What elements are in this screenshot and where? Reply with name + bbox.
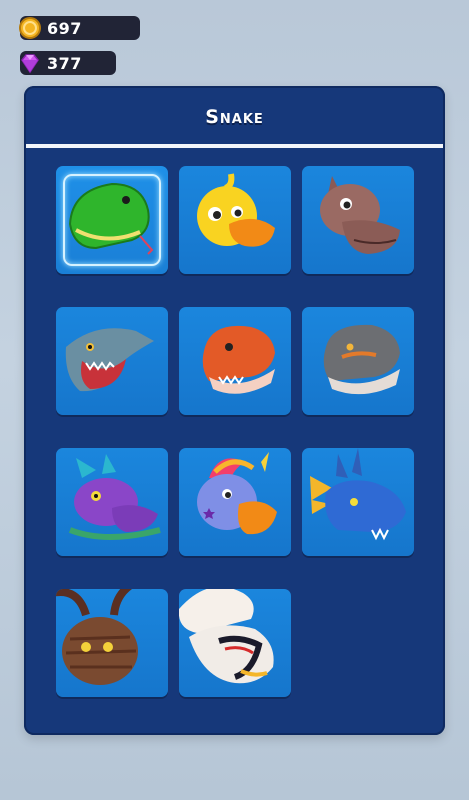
gem-amount: 377 — [47, 53, 82, 73]
purple-dragon-head-icon — [68, 454, 161, 540]
hippo-head-icon — [320, 176, 400, 254]
coin-amount: 697 — [47, 18, 82, 38]
blue-dragon-head-icon — [310, 448, 406, 541]
character-card-purple-dragon[interactable] — [56, 448, 168, 556]
unicorn-head-icon — [197, 452, 277, 535]
snake-head-icon — [68, 182, 154, 255]
character-select-panel: Snake — [24, 86, 445, 735]
character-card-white-dragon[interactable] — [179, 589, 291, 697]
coin-icon — [17, 15, 43, 41]
title-divider — [26, 144, 443, 148]
character-card-orange-dinosaur[interactable] — [179, 307, 291, 415]
duck-head-icon — [197, 173, 275, 247]
character-card-duck[interactable] — [179, 166, 291, 274]
character-card-shark[interactable] — [56, 307, 168, 415]
character-card-hippo[interactable] — [302, 166, 414, 274]
coin-counter: 697 — [17, 15, 140, 41]
character-card-unicorn[interactable] — [179, 448, 291, 556]
white-dragon-head-icon — [179, 589, 274, 684]
character-card-snake[interactable] — [56, 166, 168, 274]
shark-head-icon — [65, 328, 154, 392]
character-card-gray-dinosaur[interactable] — [302, 307, 414, 415]
character-card-blue-dragon[interactable] — [302, 448, 414, 556]
panel-title: Snake — [205, 106, 264, 128]
character-card-horned-beast[interactable] — [56, 589, 168, 697]
gem-counter: 377 — [20, 51, 116, 75]
gray-dinosaur-head-icon — [323, 324, 400, 395]
gem-icon — [17, 50, 43, 76]
orange-dinosaur-head-icon — [202, 325, 275, 394]
horned-beast-head-icon — [56, 589, 138, 685]
